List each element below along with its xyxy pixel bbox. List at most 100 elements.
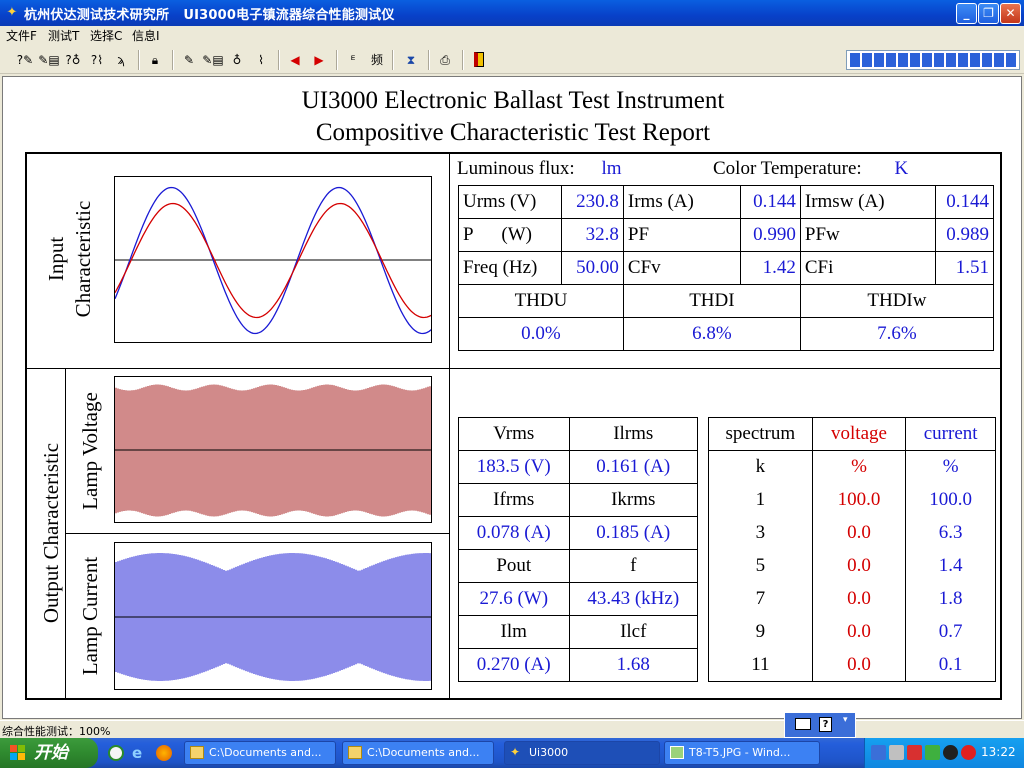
maximize-button[interactable]: ❐ xyxy=(978,3,999,24)
menu-select[interactable]: 选择C xyxy=(86,28,126,44)
toolbar-separator xyxy=(336,50,338,70)
menu-file[interactable]: 文件F xyxy=(2,28,41,44)
progress-block xyxy=(862,53,872,67)
harmonic-order: 7 xyxy=(708,582,813,616)
measurement-value: 32.8 xyxy=(560,218,624,252)
window-title: 杭州伏达测试技术研究所 UI3000电子镇流器综合性能测试仪 xyxy=(24,8,395,23)
progress-block xyxy=(1006,53,1016,67)
progress-block xyxy=(886,53,896,67)
close-button[interactable]: ✕ xyxy=(1000,3,1021,24)
thd-header: THDU xyxy=(458,284,624,318)
spectrum-row: 7 0.0 1.8 xyxy=(708,582,996,616)
thd-header: THDIw xyxy=(799,284,995,318)
progress-block xyxy=(946,53,956,67)
tool-test-2-button[interactable]: ✎▤ xyxy=(38,49,60,71)
previous-button[interactable]: ◀ xyxy=(284,49,306,71)
tray-app-icon[interactable] xyxy=(907,745,922,760)
spectrum-header: current xyxy=(905,417,996,451)
measurement-label: PFw xyxy=(799,218,936,252)
next-button[interactable]: ▶ xyxy=(308,49,330,71)
firefox-icon[interactable] xyxy=(156,745,172,761)
voltage-harmonic: 100.0 xyxy=(811,483,907,517)
link-icon: ⧗ xyxy=(406,53,416,67)
thd-value: 6.8% xyxy=(622,317,801,351)
language-bar[interactable]: ? ▾ xyxy=(784,712,856,738)
output-parameter-label: f xyxy=(568,549,698,583)
menu-test[interactable]: 测试T xyxy=(44,28,83,44)
progress-block xyxy=(898,53,908,67)
output-header-row: Vrms Ilrms xyxy=(458,417,698,451)
voltage-harmonic: 0.0 xyxy=(811,648,907,682)
thd-value-row: 0.0% 6.8% 7.6% xyxy=(458,317,995,351)
measurement-label: CFv xyxy=(622,251,741,285)
tool-test-6-button[interactable]: ✎ xyxy=(178,49,200,71)
tool-test-7-button[interactable]: ✎▤ xyxy=(202,49,224,71)
task-documents-2[interactable]: C:\Documents and... xyxy=(342,741,494,765)
harmonic-order: 5 xyxy=(708,549,813,583)
minimize-button[interactable]: _ xyxy=(956,3,977,24)
network-icon[interactable] xyxy=(871,745,886,760)
voltage-harmonic: 0.0 xyxy=(811,549,907,583)
frequency-button[interactable]: 频 xyxy=(366,49,388,71)
thd-header: THDI xyxy=(622,284,801,318)
voltage-harmonic: 0.0 xyxy=(811,516,907,550)
lamp-current-label: Lamp Current xyxy=(78,556,102,676)
close-icon: ✕ xyxy=(1005,6,1016,20)
spectrum-unit: % xyxy=(811,450,907,484)
media-player-icon[interactable] xyxy=(108,745,124,761)
harmonic-order: 1 xyxy=(708,483,813,517)
task-image-viewer[interactable]: T8-T5.JPG - Wind... xyxy=(664,741,820,765)
output-parameter-label: Ilrms xyxy=(568,417,698,451)
keyboard-icon xyxy=(795,718,811,730)
spectrum-header: spectrum xyxy=(708,417,813,451)
output-parameter-value: 43.43 (kHz) xyxy=(568,582,698,616)
voltage-harmonic: 0.0 xyxy=(811,582,907,616)
measurement-label: CFi xyxy=(799,251,936,285)
lock-button[interactable]: 🔒︎ xyxy=(144,49,166,71)
input-characteristic-label: Input Characteristic xyxy=(44,200,95,318)
input-table-row: Urms (V) 230.8 Irms (A) 0.144 Irmsw (A) 0.144 xyxy=(458,185,995,219)
tool-test-3-button[interactable]: ?♁ xyxy=(62,49,84,71)
connect-button[interactable]: ⧗ xyxy=(400,49,422,71)
spectrum-row: 1 100.0 100.0 xyxy=(708,483,996,517)
tool-test-8-button[interactable]: ♁ xyxy=(226,49,248,71)
print-button[interactable]: ⎙ xyxy=(434,49,456,71)
edit-button[interactable]: ᴱ xyxy=(342,49,364,71)
tool-test-4-button[interactable]: ?⌇ xyxy=(86,49,108,71)
tool-test-1-button[interactable]: ?✎ xyxy=(14,49,36,71)
restore-icon: ❐ xyxy=(983,6,994,20)
menu-info[interactable]: 信息I xyxy=(128,28,164,44)
measurement-label: PF xyxy=(622,218,741,252)
volume-icon[interactable] xyxy=(889,745,904,760)
progress-block xyxy=(994,53,1004,67)
exit-button[interactable] xyxy=(468,49,490,71)
column-divider xyxy=(449,154,450,698)
internet-explorer-icon[interactable]: e xyxy=(132,745,148,761)
tool-test-9-button[interactable]: ⌇ xyxy=(250,49,272,71)
current-harmonic: 1.8 xyxy=(905,582,996,616)
luminous-flux-unit: lm xyxy=(601,158,622,179)
progress-block xyxy=(934,53,944,67)
progress-block xyxy=(910,53,920,67)
task-ui3000[interactable]: ✦ Ui3000 xyxy=(504,741,660,765)
security-icon[interactable] xyxy=(925,745,940,760)
output-parameter-label: Vrms xyxy=(458,417,570,451)
window-titlebar[interactable]: ✦ 杭州伏达测试技术研究所 UI3000电子镇流器综合性能测试仪 _ ❐ ✕ xyxy=(0,0,1024,26)
output-parameter-value: 1.68 xyxy=(568,648,698,682)
task-label: T8-T5.JPG - Wind... xyxy=(689,746,791,759)
tool-test-5-button[interactable]: ϡ xyxy=(110,49,132,71)
tray-app-3-icon[interactable] xyxy=(961,745,976,760)
output-parameter-value: 27.6 (W) xyxy=(458,582,570,616)
task-documents-1[interactable]: C:\Documents and... xyxy=(184,741,336,765)
lamp-voltage-plot xyxy=(114,376,432,523)
lamp-voltage-label: Lamp Voltage xyxy=(78,392,102,510)
input-measurements-table: Urms (V) 230.8 Irms (A) 0.144 Irmsw (A) 0.144… xyxy=(458,185,995,351)
output-value-row: 0.270 (A) 1.68 xyxy=(458,648,698,682)
exit-icon xyxy=(474,52,484,67)
current-harmonic: 6.3 xyxy=(905,516,996,550)
output-parameter-value: 0.078 (A) xyxy=(458,516,570,550)
tray-app-2-icon[interactable] xyxy=(943,745,958,760)
thd-value: 7.6% xyxy=(799,317,995,351)
spectrum-header: voltage xyxy=(811,417,907,451)
start-button[interactable]: 开始 xyxy=(0,738,98,768)
